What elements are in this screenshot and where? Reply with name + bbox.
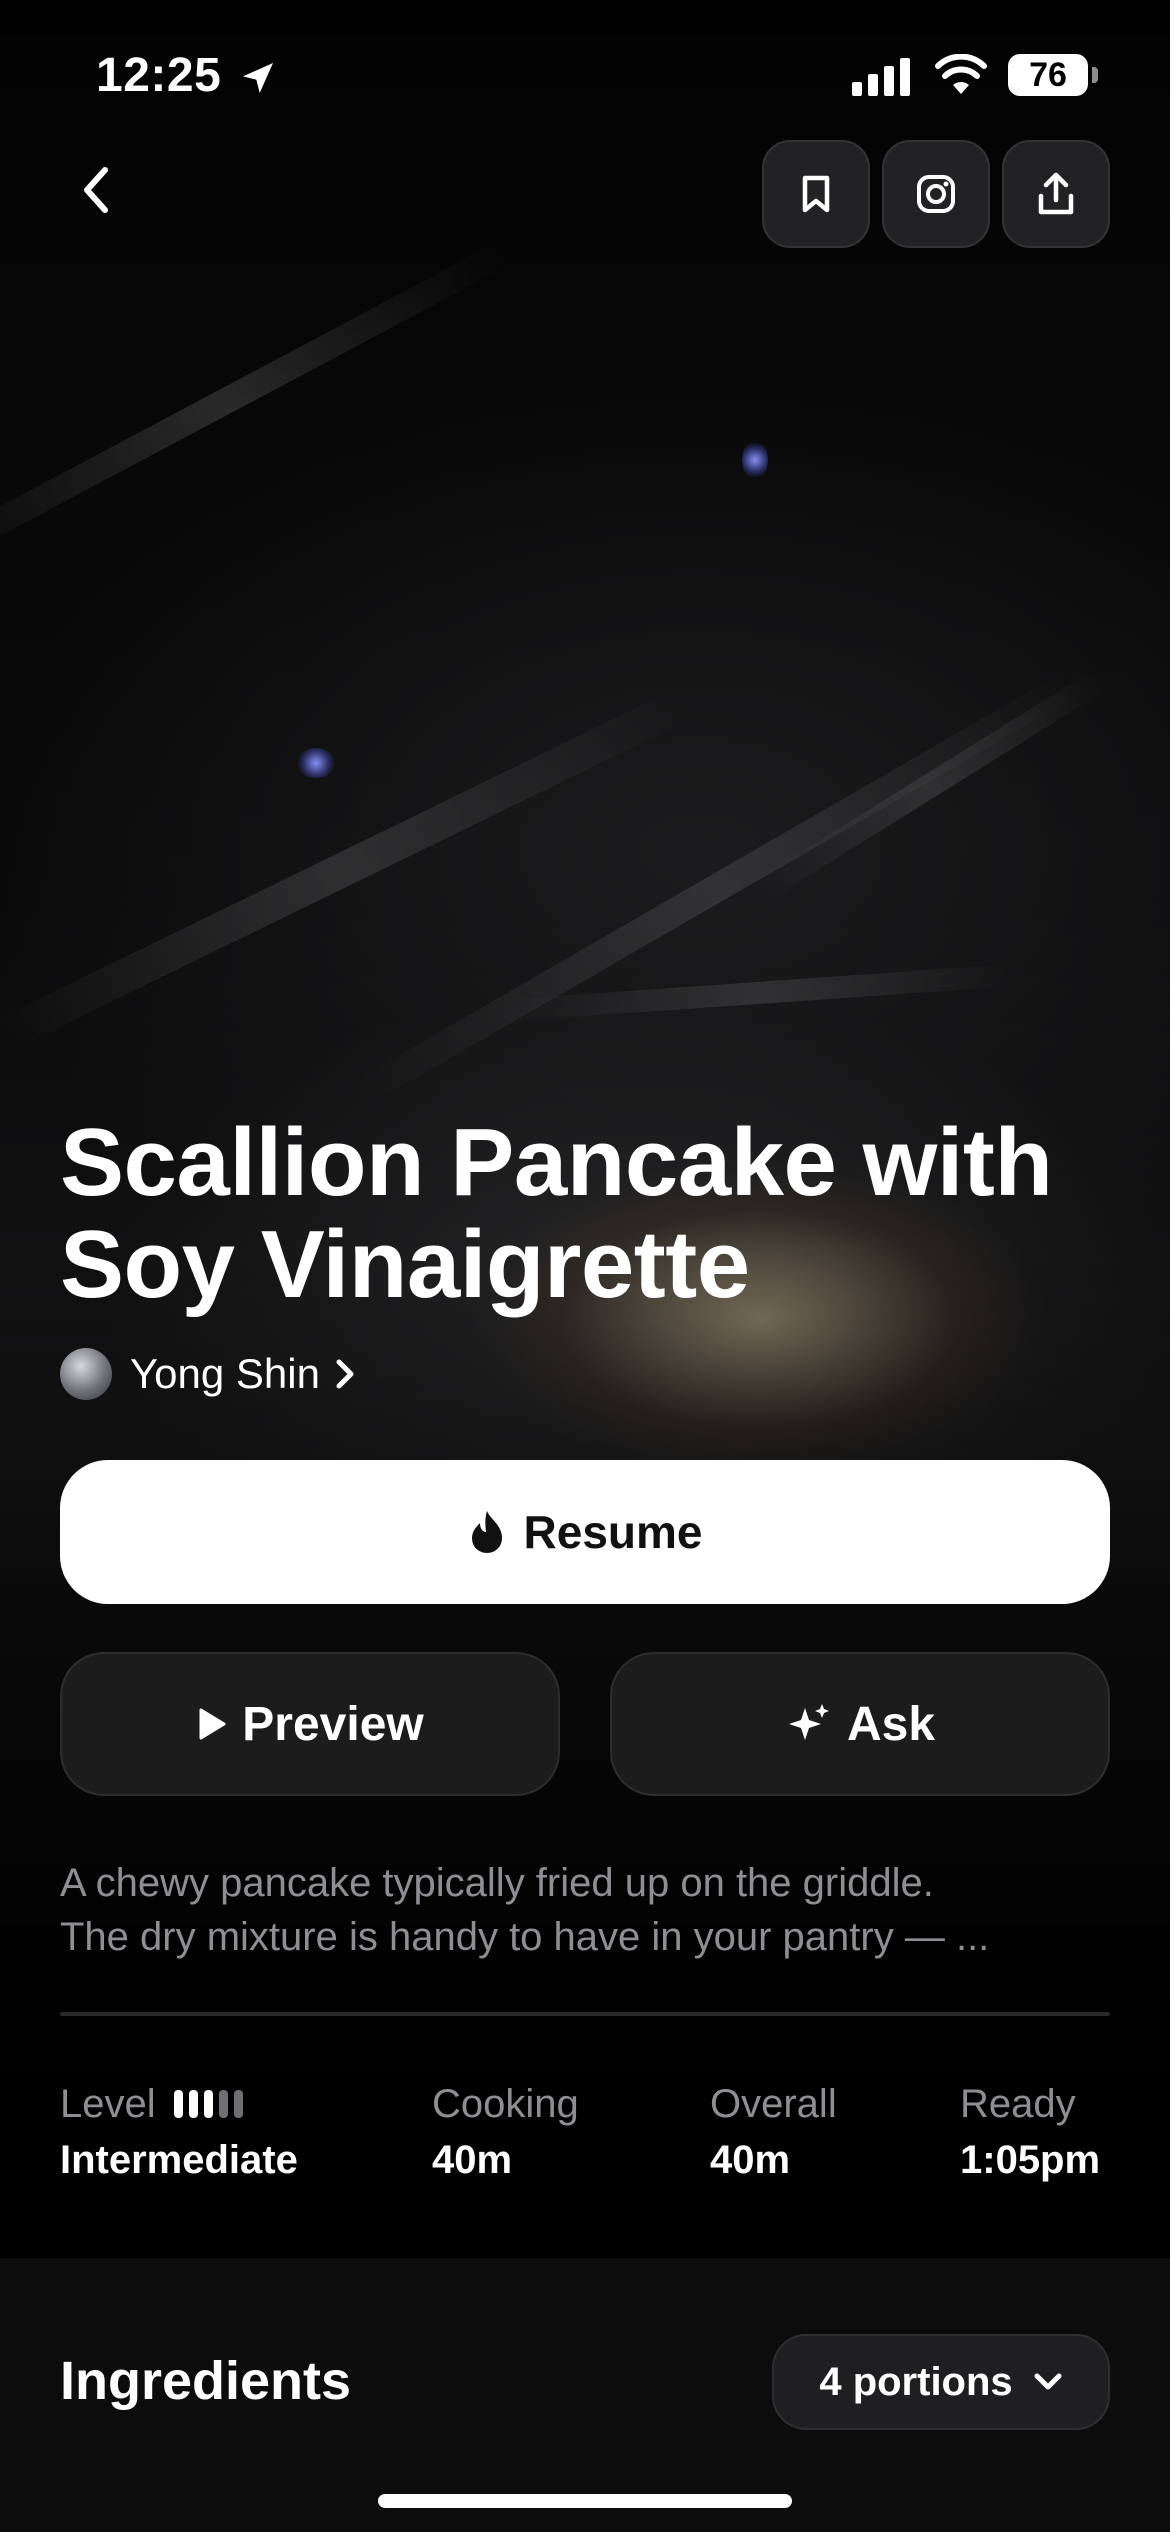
level-indicator: [173, 2090, 243, 2118]
author-name: Yong Shin: [130, 1350, 320, 1397]
status-bar: 12:25 76: [0, 48, 1170, 108]
level-bar-filled: [188, 2090, 198, 2118]
sparkles-icon: [788, 1704, 829, 1740]
stat-ready-value: 1:05pm: [960, 2138, 1101, 2182]
stat-overall-label: Overall: [710, 2081, 837, 2126]
battery-icon: 76: [1008, 54, 1088, 96]
recipe-title: Scallion Pancake with Soy Vinaigrette: [60, 1112, 1120, 1316]
chevron-down-icon: [1034, 2373, 1062, 2390]
flame-icon: [471, 1511, 502, 1553]
resume-button[interactable]: Resume: [60, 1460, 1110, 1604]
preview-label: Preview: [242, 1697, 424, 1751]
location-arrow-icon: [243, 63, 273, 93]
level-bar-filled: [203, 2090, 213, 2118]
stat-cooking-value: 40m: [432, 2138, 513, 2182]
stat-ready-label: Ready: [960, 2081, 1076, 2126]
recipe-title-line: Scallion Pancake with: [60, 1109, 1053, 1216]
chevron-right-icon: [336, 1359, 354, 1389]
avatar: [60, 1348, 112, 1400]
recipe-description[interactable]: A chewy pancake typically fried up on th…: [60, 1856, 1120, 1964]
level-bar-filled: [173, 2090, 183, 2118]
level-bar-empty: [233, 2090, 243, 2118]
stat-ready: Ready 1:05pm: [960, 2080, 1100, 2183]
level-bar-empty: [218, 2090, 228, 2118]
stat-level: Level Intermediate: [60, 2080, 298, 2183]
stat-cooking: Cooking 40m: [432, 2080, 579, 2183]
resume-label: Resume: [523, 1506, 703, 1558]
portions-dropdown[interactable]: 4 portions: [772, 2334, 1110, 2430]
ask-button[interactable]: Ask: [610, 1652, 1110, 1796]
stat-level-label: Level: [60, 2081, 156, 2126]
back-button[interactable]: [64, 158, 128, 222]
stat-level-value: Intermediate: [60, 2138, 298, 2182]
share-icon: [1038, 172, 1074, 215]
ingredients-title: Ingredients: [60, 2351, 352, 2411]
ingredients-sheet: Ingredients 4 portions: [0, 2258, 1170, 2532]
instagram-button[interactable]: [882, 140, 990, 248]
stat-overall-value: 40m: [710, 2138, 791, 2182]
divider: [60, 2012, 1110, 2016]
preview-button[interactable]: Preview: [60, 1652, 560, 1796]
stat-cooking-label: Cooking: [432, 2081, 579, 2126]
cellular-signal-icon: [852, 58, 910, 96]
instagram-icon: [917, 175, 955, 213]
portions-label: 4 portions: [819, 2359, 1013, 2404]
status-time: 12:25: [96, 49, 222, 102]
play-icon: [199, 1708, 226, 1740]
stat-overall: Overall 40m: [710, 2080, 837, 2183]
description-line: The dry mixture is handy to have in your…: [60, 1915, 990, 1959]
home-indicator[interactable]: [378, 2494, 792, 2508]
description-line: A chewy pancake typically fried up on th…: [60, 1861, 934, 1905]
share-button[interactable]: [1002, 140, 1110, 248]
bookmark-button[interactable]: [762, 140, 870, 248]
wifi-icon: [935, 54, 987, 94]
bookmark-icon: [802, 175, 830, 213]
recipe-title-line: Soy Vinaigrette: [60, 1211, 750, 1318]
ask-label: Ask: [846, 1697, 936, 1751]
chevron-left-icon: [84, 167, 108, 213]
author-link[interactable]: Yong Shin: [60, 1344, 356, 1404]
